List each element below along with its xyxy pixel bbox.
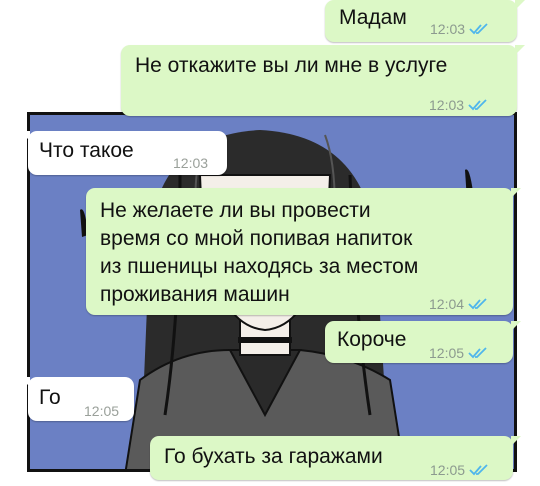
- double-check-icon: [468, 347, 487, 359]
- double-check-icon: [469, 23, 488, 35]
- double-check-icon: [468, 298, 487, 310]
- message-time: 12:03: [429, 97, 465, 113]
- message-meta: 12:05: [84, 397, 119, 425]
- outgoing-message[interactable]: Го бухать за гаражами 12:05: [150, 436, 521, 480]
- message-text: Что такое: [39, 139, 134, 162]
- double-check-icon: [469, 464, 488, 476]
- incoming-message[interactable]: Го 12:05: [20, 377, 134, 421]
- outgoing-message[interactable]: Мадам 12:03: [325, 0, 525, 43]
- message-meta: 12:03: [430, 15, 491, 43]
- message-meta: 12:05: [429, 339, 490, 367]
- message-time: 12:05: [430, 462, 466, 478]
- outgoing-message[interactable]: Короче 12:05: [325, 321, 521, 363]
- message-text: Короче: [337, 328, 407, 351]
- message-time: 12:04: [429, 296, 465, 312]
- message-time: 12:03: [430, 21, 466, 37]
- outgoing-message[interactable]: Не желаете ли вы провести время со мной …: [86, 188, 521, 318]
- message-text: Не откажите вы ли мне в услуге: [135, 54, 448, 77]
- message-meta: 12:03: [173, 149, 208, 177]
- message-text: Не желаете ли вы провести время со мной …: [100, 199, 419, 306]
- message-text: Мадам: [339, 6, 407, 29]
- incoming-message[interactable]: Что такое 12:03: [20, 131, 227, 177]
- message-time: 12:05: [84, 403, 120, 419]
- double-check-icon: [468, 99, 487, 111]
- outgoing-message[interactable]: Не откажите вы ли мне в услуге 12:03: [121, 45, 525, 119]
- message-meta: 12:03: [429, 91, 490, 119]
- message-time: 12:03: [173, 155, 209, 171]
- message-meta: 12:05: [430, 456, 491, 484]
- message-meta: 12:04: [429, 290, 490, 318]
- message-text: Го бухать за гаражами: [164, 445, 383, 468]
- message-time: 12:05: [429, 345, 465, 361]
- message-text: Го: [39, 386, 61, 409]
